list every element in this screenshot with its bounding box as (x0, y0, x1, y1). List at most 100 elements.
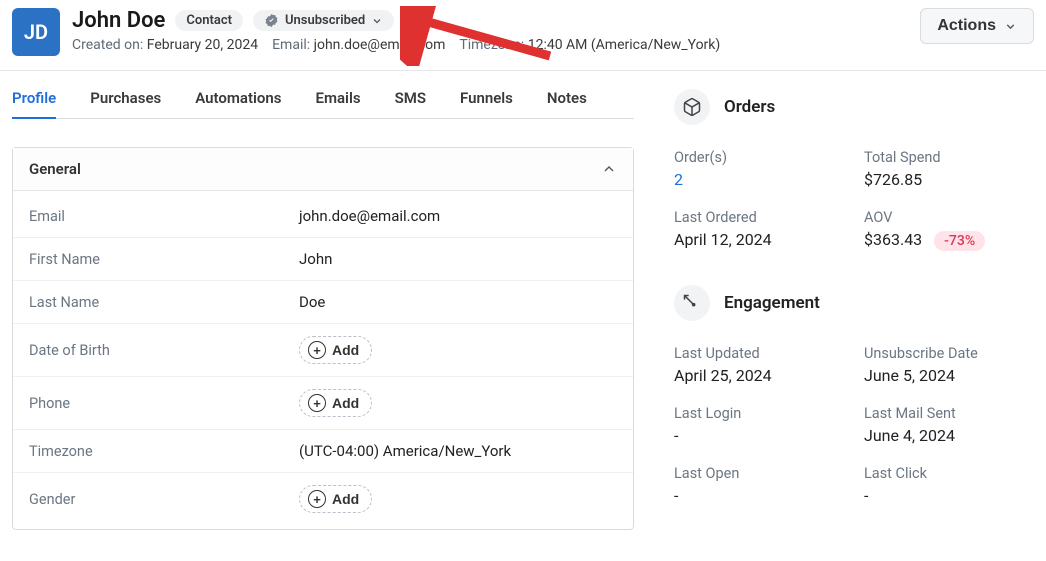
plus-icon: + (308, 341, 326, 359)
page-header: JD John Doe Contact Unsubscribed (0, 0, 1046, 71)
header-timezone-label: Timezone: (459, 37, 524, 53)
actions-button[interactable]: Actions (920, 8, 1034, 44)
stat-last-click: Last Click - (864, 465, 1034, 505)
add-gender-label: Add (332, 491, 359, 507)
stat-total-spend-label: Total Spend (864, 149, 1034, 166)
row-firstname-label: First Name (29, 251, 299, 268)
contact-type-label: Contact (186, 13, 232, 28)
header-email-value: john.doe@email.com (314, 37, 446, 53)
stat-last-open: Last Open - (674, 465, 844, 505)
stat-last-ordered-label: Last Ordered (674, 209, 844, 226)
header-email: Email: john.doe@email.com (272, 37, 445, 53)
stat-last-updated-label: Last Updated (674, 345, 844, 362)
left-column: Profile Purchases Automations Emails SMS… (12, 89, 634, 539)
general-panel: General Email john.doe@email.com First N… (12, 147, 634, 530)
actions-button-label: Actions (937, 17, 996, 35)
add-gender-button[interactable]: + Add (299, 485, 372, 513)
contact-type-badge: Contact (175, 10, 243, 31)
stat-orders-value[interactable]: 2 (674, 170, 844, 189)
add-phone-label: Add (332, 395, 359, 411)
row-phone-label: Phone (29, 395, 299, 412)
created-on-label: Created on: (72, 37, 143, 53)
stat-aov-pct: -73% (934, 231, 985, 251)
stat-total-spend-value: $726.85 (864, 170, 1034, 189)
stat-aov: AOV $363.43 -73% (864, 209, 1034, 251)
orders-stats: Order(s) 2 Total Spend $726.85 Last Orde… (674, 149, 1034, 251)
engagement-stats: Last Updated April 25, 2024 Unsubscribe … (674, 345, 1034, 505)
stat-last-open-value: - (674, 486, 844, 505)
add-dob-button[interactable]: + Add (299, 336, 372, 364)
stat-total-spend: Total Spend $726.85 (864, 149, 1034, 189)
stat-last-ordered: Last Ordered April 12, 2024 (674, 209, 844, 251)
tab-notes[interactable]: Notes (547, 89, 587, 118)
stat-orders-label: Order(s) (674, 149, 844, 166)
stat-last-mail-value: June 4, 2024 (864, 426, 1034, 445)
avatar: JD (12, 8, 60, 56)
row-firstname-value: John (299, 250, 332, 268)
stat-last-updated-value: April 25, 2024 (674, 366, 844, 385)
contact-name: John Doe (72, 8, 165, 33)
stat-last-mail: Last Mail Sent June 4, 2024 (864, 405, 1034, 445)
row-phone: Phone + Add (13, 377, 633, 430)
stat-orders: Order(s) 2 (674, 149, 844, 189)
created-on-value: February 20, 2024 (147, 37, 258, 53)
chevron-down-icon (371, 15, 383, 27)
tab-profile[interactable]: Profile (12, 89, 56, 119)
stat-unsub-value: June 5, 2024 (864, 366, 1034, 385)
tab-funnels[interactable]: Funnels (460, 89, 513, 118)
stat-last-click-value: - (864, 486, 1034, 505)
stat-last-ordered-value: April 12, 2024 (674, 230, 844, 249)
stat-aov-value-wrap: $363.43 -73% (864, 230, 1034, 251)
row-timezone: Timezone (UTC-04:00) America/New_York (13, 430, 633, 473)
general-panel-header[interactable]: General (13, 148, 633, 191)
row-dob-value: + Add (299, 336, 372, 364)
tab-sms[interactable]: SMS (395, 89, 426, 118)
right-column: Orders Order(s) 2 Total Spend $726.85 La… (674, 89, 1034, 539)
stat-unsub: Unsubscribe Date June 5, 2024 (864, 345, 1034, 385)
row-lastname: Last Name Doe (13, 281, 633, 324)
row-lastname-label: Last Name (29, 294, 299, 311)
tabs: Profile Purchases Automations Emails SMS… (12, 89, 634, 119)
stat-last-click-label: Last Click (864, 465, 1034, 482)
tab-automations[interactable]: Automations (195, 89, 281, 118)
add-dob-label: Add (332, 342, 359, 358)
header-left: JD John Doe Contact Unsubscribed (12, 8, 720, 56)
stat-last-login-value: - (674, 426, 844, 445)
orders-icon (674, 89, 710, 125)
stat-last-mail-label: Last Mail Sent (864, 405, 1034, 422)
header-timezone: Timezone: 12:40 AM (America/New_York) (459, 37, 720, 53)
general-panel-title: General (29, 160, 81, 178)
chevron-up-icon (601, 161, 617, 177)
tab-purchases[interactable]: Purchases (90, 89, 161, 118)
engagement-section-head: Engagement (674, 285, 1034, 321)
plus-icon: + (308, 394, 326, 412)
chevron-down-icon (1004, 20, 1017, 33)
orders-section-head: Orders (674, 89, 1034, 125)
row-email-label: Email (29, 208, 299, 225)
stat-last-login: Last Login - (674, 405, 844, 445)
header-timezone-value: 12:40 AM (America/New_York) (528, 37, 721, 53)
add-phone-button[interactable]: + Add (299, 389, 372, 417)
row-timezone-label: Timezone (29, 443, 299, 460)
row-firstname: First Name John (13, 238, 633, 281)
subscription-status-label: Unsubscribed (285, 13, 365, 28)
row-timezone-value: (UTC-04:00) America/New_York (299, 442, 511, 460)
row-gender-value: + Add (299, 485, 372, 513)
plus-icon: + (308, 490, 326, 508)
stat-aov-label: AOV (864, 209, 1034, 226)
created-on: Created on: February 20, 2024 (72, 37, 258, 53)
row-dob-label: Date of Birth (29, 342, 299, 359)
stat-last-updated: Last Updated April 25, 2024 (674, 345, 844, 385)
row-dob: Date of Birth + Add (13, 324, 633, 377)
stat-unsub-label: Unsubscribe Date (864, 345, 1034, 362)
header-email-label: Email: (272, 37, 310, 53)
row-gender: Gender + Add (13, 473, 633, 525)
row-phone-value: + Add (299, 389, 372, 417)
subscription-status-badge[interactable]: Unsubscribed (253, 10, 394, 31)
row-lastname-value: Doe (299, 293, 325, 311)
header-info: John Doe Contact Unsubscribed Created on… (72, 8, 720, 53)
title-row: John Doe Contact Unsubscribed (72, 8, 720, 33)
tab-emails[interactable]: Emails (316, 89, 361, 118)
stat-last-login-label: Last Login (674, 405, 844, 422)
row-email: Email john.doe@email.com (13, 195, 633, 238)
